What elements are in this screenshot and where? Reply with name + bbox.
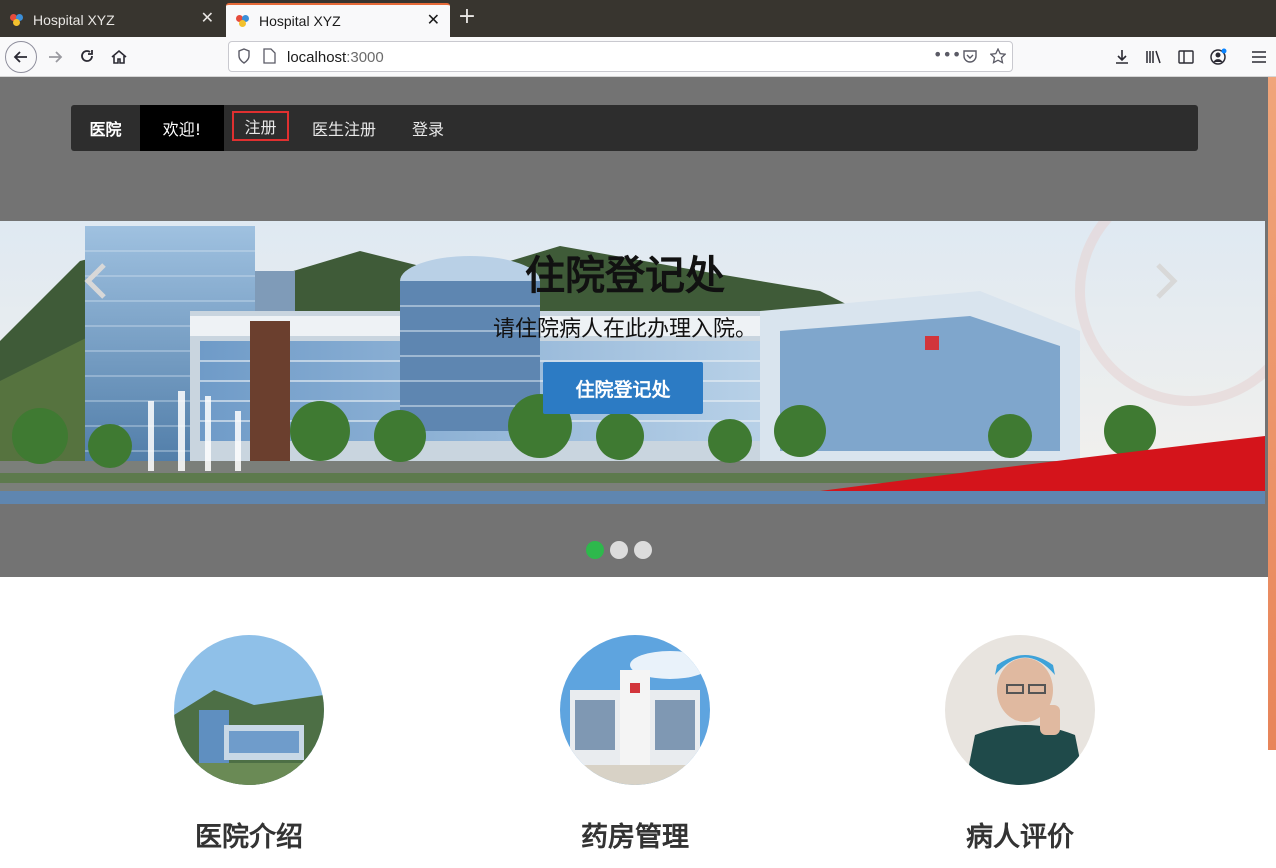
reload-icon[interactable] [72, 42, 102, 72]
feature-title: 病人评价 [966, 822, 1074, 853]
tab-title: Hospital XYZ [259, 13, 341, 29]
feature-title: 药房管理 [581, 822, 689, 853]
bookmark-star-icon[interactable] [989, 47, 1007, 68]
carousel-dot[interactable] [586, 541, 604, 559]
feature-patient-reviews: 病人评价 [940, 635, 1100, 868]
sidebar-icon[interactable] [1171, 42, 1201, 72]
doctor-portrait-image [945, 635, 1095, 785]
close-tab-icon[interactable]: ✕ [201, 11, 214, 27]
carousel-dot[interactable] [634, 541, 652, 559]
new-tab-icon[interactable]: + [456, 6, 478, 30]
nav-register-link[interactable]: 注册 [232, 111, 289, 141]
carousel-subtitle: 请住院病人在此办理入院。 [492, 317, 757, 342]
page-icon [263, 48, 276, 68]
pocket-icon[interactable] [962, 48, 978, 68]
carousel-indicators [586, 541, 652, 559]
browser-toolbar: localhost:3000 ••• [0, 37, 1276, 77]
page-actions-icon[interactable]: ••• [933, 45, 961, 64]
menu-icon[interactable] [1244, 42, 1274, 72]
library-icon[interactable] [1139, 42, 1169, 72]
back-arrow-icon[interactable] [5, 41, 37, 73]
pharmacy-building-image [560, 635, 710, 785]
forward-arrow-icon[interactable] [40, 42, 70, 72]
download-icon[interactable] [1107, 42, 1137, 72]
url-bar[interactable]: localhost:3000 ••• [228, 41, 1013, 72]
hero-carousel: 住院登记处 请住院病人在此办理入院。 住院登记处 [0, 221, 1265, 504]
carousel-title: 住院登记处 [525, 253, 725, 299]
feature-pharmacy: 药房管理 [555, 635, 715, 868]
scrollbar-track[interactable] [1268, 77, 1276, 750]
close-tab-icon[interactable]: ✕ [427, 13, 440, 29]
carousel-dot[interactable] [610, 541, 628, 559]
favicon-icon [10, 13, 24, 27]
browser-tabbar: Hospital XYZ ✕ Hospital XYZ ✕ + [0, 0, 1276, 37]
shield-icon[interactable] [237, 48, 251, 68]
feature-hospital-intro: 医院介绍 [169, 635, 329, 868]
page: 医院 欢迎! 注册 医生注册 登录 住院登记处 请住院病人在此办理入院。 住院登… [0, 77, 1276, 865]
nav-doctor-register-link[interactable]: 医生注册 [312, 105, 376, 151]
site-navbar: 医院 欢迎! 注册 医生注册 登录 [71, 105, 1198, 151]
feature-title: 医院介绍 [195, 822, 303, 853]
account-icon[interactable] [1203, 42, 1233, 72]
hospital-building-image [174, 635, 324, 785]
favicon-icon [236, 14, 250, 28]
home-icon[interactable] [104, 42, 134, 72]
browser-tab-1[interactable]: Hospital XYZ ✕ [0, 3, 224, 37]
url-text: localhost:3000 [287, 49, 384, 66]
site-brand[interactable]: 医院 [71, 105, 140, 151]
nav-login-link[interactable]: 登录 [412, 105, 444, 151]
admission-button[interactable]: 住院登记处 [543, 362, 703, 414]
browser-tab-2[interactable]: Hospital XYZ ✕ [226, 3, 450, 37]
tab-title: Hospital XYZ [33, 12, 115, 28]
nav-welcome[interactable]: 欢迎! [140, 105, 224, 151]
